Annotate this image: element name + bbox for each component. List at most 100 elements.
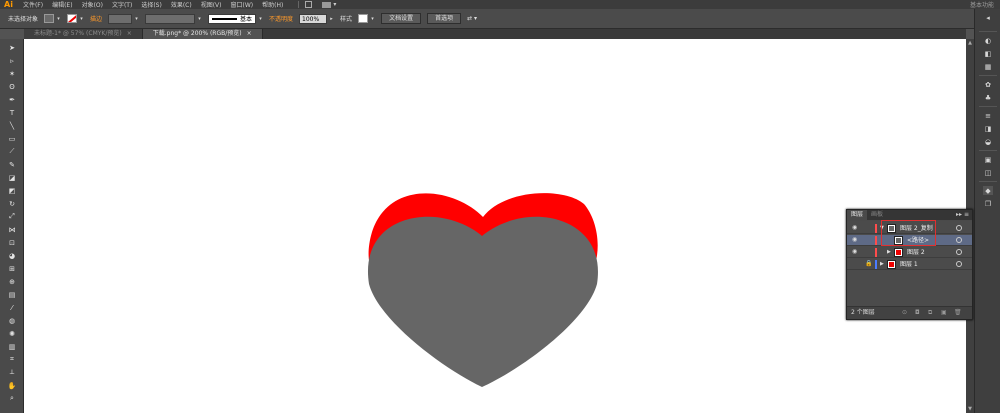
type-tool-icon[interactable]: T — [7, 108, 17, 117]
paintbrush-tool-icon[interactable]: ⟋ — [7, 147, 17, 156]
target-circle-icon[interactable] — [956, 249, 962, 255]
layer-row[interactable]: ◉ ▶ 图层 2 — [847, 247, 972, 258]
blob-brush-icon[interactable]: ◪ — [7, 173, 17, 182]
arrange-icon[interactable]: ⇄ ▾ — [467, 15, 477, 22]
scale-tool-icon[interactable]: ⤢ — [7, 212, 17, 221]
tab-download-png[interactable]: 下载.png* @ 200% (RGB/预览) × — [142, 29, 263, 39]
menu-type[interactable]: 文字(T) — [112, 0, 132, 9]
rotate-tool-icon[interactable]: ↻ — [7, 199, 17, 208]
eraser-tool-icon[interactable]: ◩ — [7, 186, 17, 195]
eyedropper-icon[interactable]: ⁄ — [7, 303, 17, 312]
visibility-eye-icon[interactable]: ◉ — [852, 225, 859, 231]
make-clipping-mask-icon[interactable]: ◘ — [915, 310, 921, 316]
layers-panel-icon[interactable]: ◆ — [983, 186, 993, 195]
artboard-canvas[interactable] — [24, 39, 966, 413]
lock-icon[interactable]: 🔒 — [865, 261, 872, 267]
menu-file[interactable]: 文件(F) — [23, 0, 43, 9]
menu-view[interactable]: 视图(V) — [201, 0, 222, 9]
pen-tool-icon[interactable]: ✒ — [7, 95, 17, 104]
menu-select[interactable]: 选择(S) — [141, 0, 162, 9]
target-circle-icon[interactable] — [956, 261, 962, 267]
layer-row[interactable]: 🔒 ▶ 图层 1 — [847, 259, 972, 270]
mesh-tool-icon[interactable]: ⊕ — [7, 277, 17, 286]
gradient-panel-icon[interactable]: ◨ — [983, 124, 993, 133]
target-circle-icon[interactable] — [956, 237, 962, 243]
stroke-weight-field[interactable] — [108, 13, 133, 24]
column-graph-icon[interactable]: ▥ — [7, 342, 17, 351]
line-tool-icon[interactable]: ╲ — [7, 121, 17, 130]
free-transform-icon[interactable]: ⊡ — [7, 238, 17, 247]
brush-definition[interactable]: 基本 — [208, 13, 257, 24]
menu-effect[interactable]: 效果(C) — [171, 0, 192, 9]
visibility-eye-icon[interactable]: ◉ — [852, 237, 859, 243]
arrange-dropdown-icon[interactable]: ▾ — [333, 1, 336, 8]
magic-wand-icon[interactable]: ✶ — [7, 69, 17, 78]
slice-tool-icon[interactable]: ⟂ — [7, 368, 17, 377]
swatches-panel-icon[interactable]: ▦ — [983, 62, 993, 71]
workspace-switcher[interactable]: 基本功能 — [970, 0, 994, 9]
hand-tool-icon[interactable]: ✋ — [7, 381, 17, 390]
pencil-tool-icon[interactable]: ✎ — [7, 160, 17, 169]
artboard-tool-icon[interactable]: ⌗ — [7, 355, 17, 364]
appearance-panel-icon[interactable]: ▣ — [983, 155, 993, 164]
transparency-panel-icon[interactable]: ◒ — [983, 137, 993, 146]
document-setup-button[interactable]: 文档设置 — [381, 13, 422, 24]
target-circle-icon[interactable] — [956, 225, 962, 231]
lasso-tool-icon[interactable]: ʘ — [7, 82, 17, 91]
gray-heart-shape[interactable] — [367, 216, 598, 387]
fill-swatch[interactable] — [44, 14, 55, 23]
rectangle-tool-icon[interactable]: ▭ — [7, 134, 17, 143]
collapse-triangle-icon[interactable]: ▶ — [880, 260, 886, 269]
style-dropdown-icon[interactable]: ▾ — [370, 14, 375, 23]
symbol-sprayer-icon[interactable]: ✺ — [7, 329, 17, 338]
layer-name[interactable]: 图层 1 — [900, 259, 918, 270]
tab-artboards[interactable]: 画板 — [867, 210, 887, 220]
opacity-label[interactable]: 不透明度 — [269, 14, 293, 23]
graphic-styles-icon[interactable]: ◫ — [983, 168, 993, 177]
locate-object-icon[interactable]: ⊙ — [902, 310, 908, 316]
brushes-panel-icon[interactable]: ✿ — [983, 80, 993, 89]
collapse-dock-icon[interactable]: ◂ — [983, 13, 993, 22]
panel-menu-icon[interactable]: ▸▸ ≡ — [956, 210, 969, 220]
delete-layer-icon[interactable]: 🗑 — [954, 310, 962, 316]
color-panel-icon[interactable]: ◐ — [983, 36, 993, 45]
opacity-arrow-icon[interactable]: ▸ — [329, 14, 334, 23]
direct-selection-tool-icon[interactable]: ▹ — [7, 56, 17, 65]
menu-window[interactable]: 窗口(W) — [231, 0, 254, 9]
artboards-panel-icon[interactable]: ❐ — [983, 199, 993, 208]
stroke-panel-icon[interactable]: ≡ — [983, 111, 993, 120]
arrange-documents-icon[interactable] — [322, 1, 332, 8]
variable-width-field[interactable] — [145, 13, 196, 24]
layer-name[interactable]: 图层 2 — [907, 247, 925, 258]
zoom-tool-icon[interactable]: ⌕ — [7, 394, 17, 403]
tab-untitled-1[interactable]: 未标题-1* @ 57% (CMYK/预览) × — [24, 29, 143, 39]
collapse-triangle-icon[interactable]: ▶ — [887, 248, 893, 257]
fill-dropdown-icon[interactable]: ▾ — [56, 14, 61, 23]
preferences-button[interactable]: 首选项 — [427, 13, 462, 24]
color-guide-icon[interactable]: ◧ — [983, 49, 993, 58]
shape-builder-icon[interactable]: ◕ — [7, 251, 17, 260]
symbols-panel-icon[interactable]: ♣ — [983, 93, 993, 102]
opacity-input[interactable]: 100% — [299, 13, 328, 24]
graphic-style-swatch[interactable] — [358, 14, 369, 23]
scroll-up-icon[interactable]: ▲ — [967, 40, 973, 46]
menu-edit[interactable]: 编辑(E) — [52, 0, 72, 9]
tab-layers[interactable]: 图层 — [847, 210, 868, 220]
brush-dropdown-icon[interactable]: ▾ — [258, 14, 263, 23]
new-sublayer-icon[interactable]: ⧉ — [928, 310, 934, 316]
gradient-tool-icon[interactable]: ▤ — [7, 290, 17, 299]
tab-close-icon[interactable]: × — [247, 30, 252, 37]
menu-help[interactable]: 帮助(H) — [262, 0, 283, 9]
tab-close-icon[interactable]: × — [127, 30, 132, 37]
menu-object[interactable]: 对象(O) — [82, 0, 103, 9]
bridge-icon[interactable] — [305, 1, 313, 8]
perspective-grid-icon[interactable]: ⊞ — [7, 264, 17, 273]
stroke-swatch[interactable] — [67, 14, 78, 23]
new-layer-icon[interactable]: ▣ — [941, 310, 947, 316]
selection-tool-icon[interactable]: ➤ — [7, 43, 17, 52]
width-tool-icon[interactable]: ⋈ — [7, 225, 17, 234]
scroll-down-icon[interactable]: ▼ — [967, 406, 973, 412]
blend-tool-icon[interactable]: ◍ — [7, 316, 17, 325]
stroke-dropdown-icon[interactable]: ▾ — [79, 14, 84, 23]
stroke-label[interactable]: 描边 — [90, 14, 102, 23]
